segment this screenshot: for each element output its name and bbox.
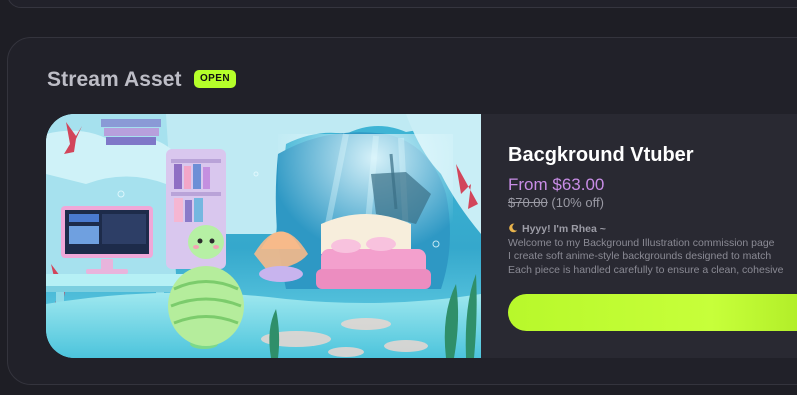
page: Stream Asset OPEN Bacgkround Vtuber From… [0, 0, 797, 395]
status-badge: OPEN [194, 70, 236, 88]
listing-price: From $63.00 [508, 175, 605, 194]
crescent-moon-icon [509, 223, 518, 233]
price-discount-line: $70.00 (10% off) [508, 195, 604, 210]
previous-section-card [7, 0, 797, 8]
listing-title[interactable]: Bacgkround Vtuber [508, 144, 694, 167]
discount-label: (10% off) [551, 195, 604, 210]
description-line: I create soft anime-style backgrounds de… [508, 250, 772, 262]
description-line: Each piece is handled carefully to ensur… [508, 263, 784, 276]
listing-card[interactable]: Bacgkround Vtuber From $63.00 $70.00 (10… [46, 114, 797, 358]
listing-description: Hyyy! I'm Rhea ~ Welcome to my Backgroun… [508, 223, 797, 277]
description-line: Welcome to my Background Illustration co… [508, 236, 775, 249]
order-button[interactable] [508, 294, 797, 331]
underwater-bedroom-illustration [46, 114, 481, 358]
stream-asset-section: Stream Asset OPEN Bacgkround Vtuber From… [7, 37, 797, 385]
original-price: $70.00 [508, 195, 548, 210]
description-heading: Hyyy! I'm Rhea ~ [522, 223, 606, 235]
listing-info: Bacgkround Vtuber From $63.00 $70.00 (10… [481, 114, 797, 358]
listing-thumbnail[interactable] [46, 114, 481, 358]
section-title: Stream Asset [47, 68, 182, 91]
